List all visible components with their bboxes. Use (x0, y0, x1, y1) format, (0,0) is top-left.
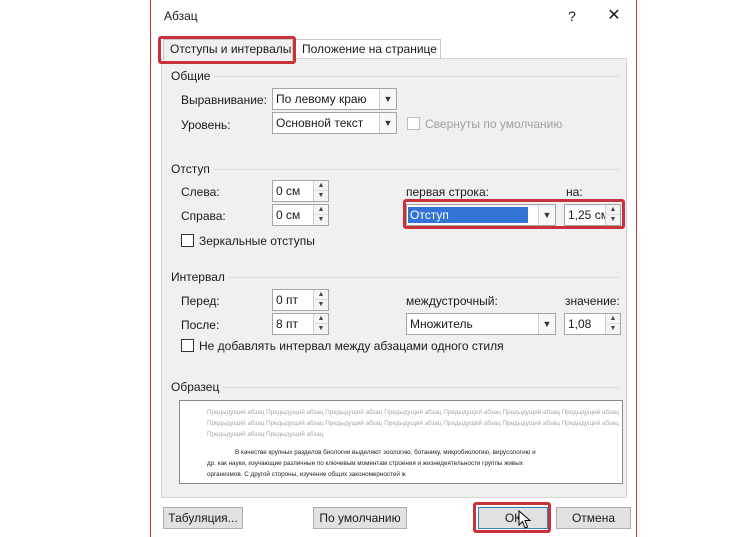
alignment-value: По левому краю (276, 92, 367, 106)
spin-up-icon[interactable]: ▲ (605, 314, 620, 324)
set-default-button[interactable]: По умолчанию (313, 507, 407, 529)
chevron-down-icon: ▼ (379, 113, 396, 133)
indent-right-value: 0 см (276, 208, 301, 222)
indent-left-label: Слева: (181, 185, 220, 199)
preview-previous-line: Предыдущий абзац Предыдущий абзац Предыд… (207, 409, 619, 416)
general-group-title: Общие (171, 69, 215, 83)
indent-right-spinner[interactable]: 0 см ▲ ▼ (272, 204, 329, 226)
indent-by-label: на: (566, 185, 583, 199)
ok-button[interactable]: ОК (478, 507, 548, 529)
before-value: 0 пт (276, 293, 299, 307)
at-spinner[interactable]: 1,08 ▲ ▼ (564, 313, 621, 335)
tabs-button[interactable]: Табуляция... (163, 507, 243, 529)
spin-up-icon[interactable]: ▲ (313, 314, 328, 324)
chevron-down-icon: ▼ (538, 314, 555, 334)
level-select[interactable]: Основной текст ▼ (272, 112, 397, 134)
spin-down-icon[interactable]: ▼ (605, 324, 620, 334)
preview-text-line: В качестве крупных разделов биологии выд… (235, 449, 536, 456)
tab-indents-spacing[interactable]: Отступы и интервалы (163, 39, 293, 60)
spin-up-icon[interactable]: ▲ (605, 205, 620, 215)
preview-previous-line: Предыдущий абзац Предыдущий абзац (207, 431, 324, 438)
tabs-button-label: Табуляция... (168, 511, 238, 525)
spin-down-icon[interactable]: ▼ (313, 324, 328, 334)
indent-right-label: Справа: (181, 209, 226, 223)
after-label: После: (181, 318, 220, 332)
first-line-label: первая строка: (406, 185, 489, 199)
mouse-pointer-icon (518, 510, 532, 529)
indent-group-title: Отступ (171, 162, 214, 176)
tab-page-position[interactable]: Положение на странице (295, 39, 441, 59)
paragraph-dialog: Абзац ? ✕ Отступы и интервалы Положение … (150, 0, 637, 537)
dialog-title: Абзац (164, 9, 198, 23)
line-spacing-value: Множитель (410, 317, 473, 331)
spacing-group-title: Интервал (171, 270, 229, 284)
close-button[interactable]: ✕ (603, 5, 625, 27)
level-label: Уровень: (181, 118, 231, 132)
mirror-indents-label: Зеркальные отступы (199, 234, 315, 248)
level-value: Основной текст (276, 116, 364, 130)
tab-page-position-label: Положение на странице (302, 42, 437, 56)
tab-indents-spacing-label: Отступы и интервалы (170, 42, 292, 56)
first-line-value: Отступ (408, 207, 528, 223)
line-spacing-label: междустрочный: (406, 294, 498, 308)
at-label: значение: (565, 294, 620, 308)
preview-divider (221, 387, 619, 388)
chevron-down-icon: ▼ (379, 89, 396, 109)
mirror-indents-checkbox[interactable] (181, 234, 194, 247)
general-divider (211, 76, 619, 77)
cancel-button-label: Отмена (571, 511, 616, 525)
spacing-divider (221, 277, 619, 278)
preview-previous-line: Предыдущий абзац Предыдущий абзац Предыд… (207, 420, 619, 427)
indent-divider (211, 169, 619, 170)
collapsed-label: Свернуты по умолчанию (425, 117, 563, 131)
spin-up-icon[interactable]: ▲ (313, 290, 328, 300)
spin-down-icon[interactable]: ▼ (605, 215, 620, 225)
title-bar: Абзац ? ✕ (151, 0, 636, 32)
preview-text-line: др. как науки, изучающие различные по кл… (207, 460, 523, 467)
at-value: 1,08 (568, 317, 592, 331)
line-spacing-select[interactable]: Множитель ▼ (406, 313, 556, 335)
paragraph-preview: Предыдущий абзац Предыдущий абзац Предыд… (179, 400, 623, 484)
spin-down-icon[interactable]: ▼ (313, 300, 328, 310)
spin-up-icon[interactable]: ▲ (313, 205, 328, 215)
indent-left-value: 0 см (276, 184, 301, 198)
indent-by-spinner[interactable]: 1,25 см ▲ ▼ (564, 204, 621, 226)
spin-down-icon[interactable]: ▼ (313, 215, 328, 225)
set-default-button-label: По умолчанию (319, 511, 401, 525)
chevron-down-icon: ▼ (538, 205, 555, 225)
no-space-label: Не добавлять интервал между абзацами одн… (199, 339, 504, 353)
preview-text-line: организмов. С другой стороны, изучение о… (207, 471, 406, 478)
spin-up-icon[interactable]: ▲ (313, 181, 328, 191)
preview-group-title: Образец (171, 380, 224, 394)
help-button[interactable]: ? (563, 5, 581, 27)
indent-left-spinner[interactable]: 0 см ▲ ▼ (272, 180, 329, 202)
alignment-select[interactable]: По левому краю ▼ (272, 88, 397, 110)
indent-by-value: 1,25 см (568, 208, 609, 222)
first-line-select[interactable]: Отступ ▼ (406, 204, 556, 226)
no-space-checkbox[interactable] (181, 339, 194, 352)
alignment-label: Выравнивание: (181, 93, 267, 107)
cancel-button[interactable]: Отмена (556, 507, 631, 529)
before-spinner[interactable]: 0 пт ▲ ▼ (272, 289, 329, 311)
collapsed-checkbox[interactable] (407, 117, 420, 130)
after-value: 8 пт (276, 317, 299, 331)
spin-down-icon[interactable]: ▼ (313, 191, 328, 201)
before-label: Перед: (181, 294, 220, 308)
after-spinner[interactable]: 8 пт ▲ ▼ (272, 313, 329, 335)
